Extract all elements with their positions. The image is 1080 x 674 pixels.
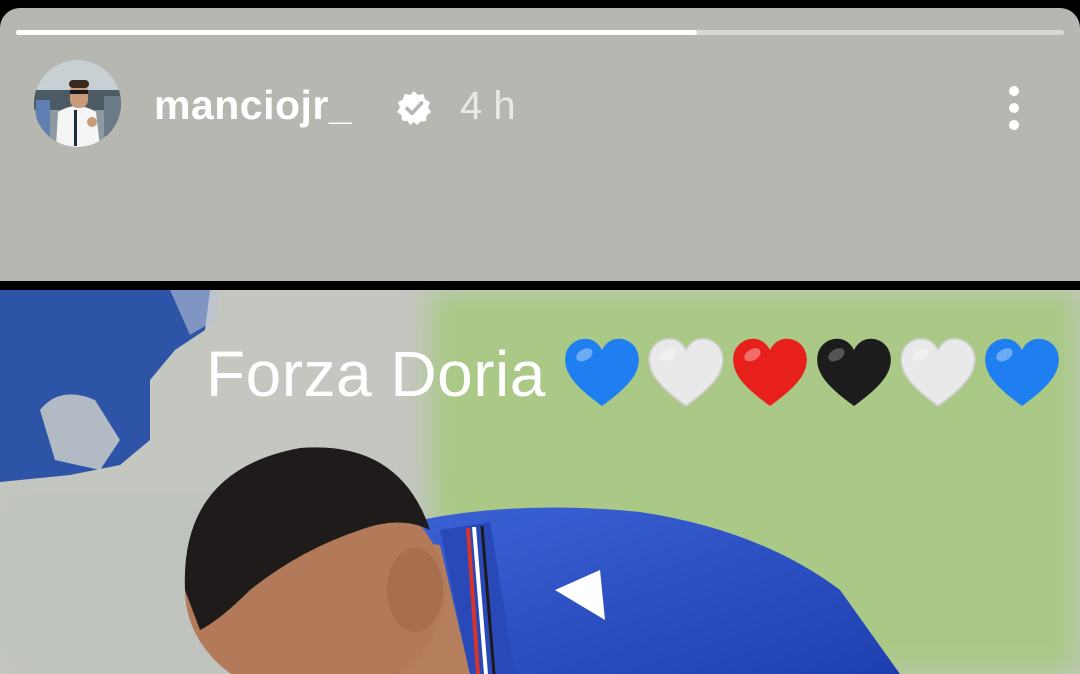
black-heart-icon bbox=[817, 338, 891, 406]
avatar-image bbox=[34, 60, 121, 147]
white-heart-icon bbox=[648, 337, 724, 407]
story-viewer: manciojr_ 4 h Forza Doria bbox=[0, 0, 1080, 674]
white-heart-icon bbox=[900, 337, 976, 407]
red-heart-icon bbox=[733, 338, 807, 406]
more-vertical-icon bbox=[1009, 86, 1019, 96]
username[interactable]: manciojr_ bbox=[154, 81, 352, 129]
more-options-button[interactable] bbox=[996, 82, 1032, 134]
avatar[interactable] bbox=[34, 60, 121, 147]
blue-heart-icon bbox=[565, 338, 639, 406]
story-caption: Forza Doria bbox=[206, 332, 1062, 416]
story-header: manciojr_ 4 h bbox=[0, 8, 1080, 281]
blue-heart-icon bbox=[985, 338, 1059, 406]
verified-badge-icon bbox=[397, 91, 431, 125]
story-progress-fill bbox=[16, 30, 698, 35]
story-progress-bar bbox=[16, 30, 1064, 35]
caption-text: Forza Doria bbox=[206, 338, 546, 410]
post-time: 4 h bbox=[460, 84, 516, 128]
